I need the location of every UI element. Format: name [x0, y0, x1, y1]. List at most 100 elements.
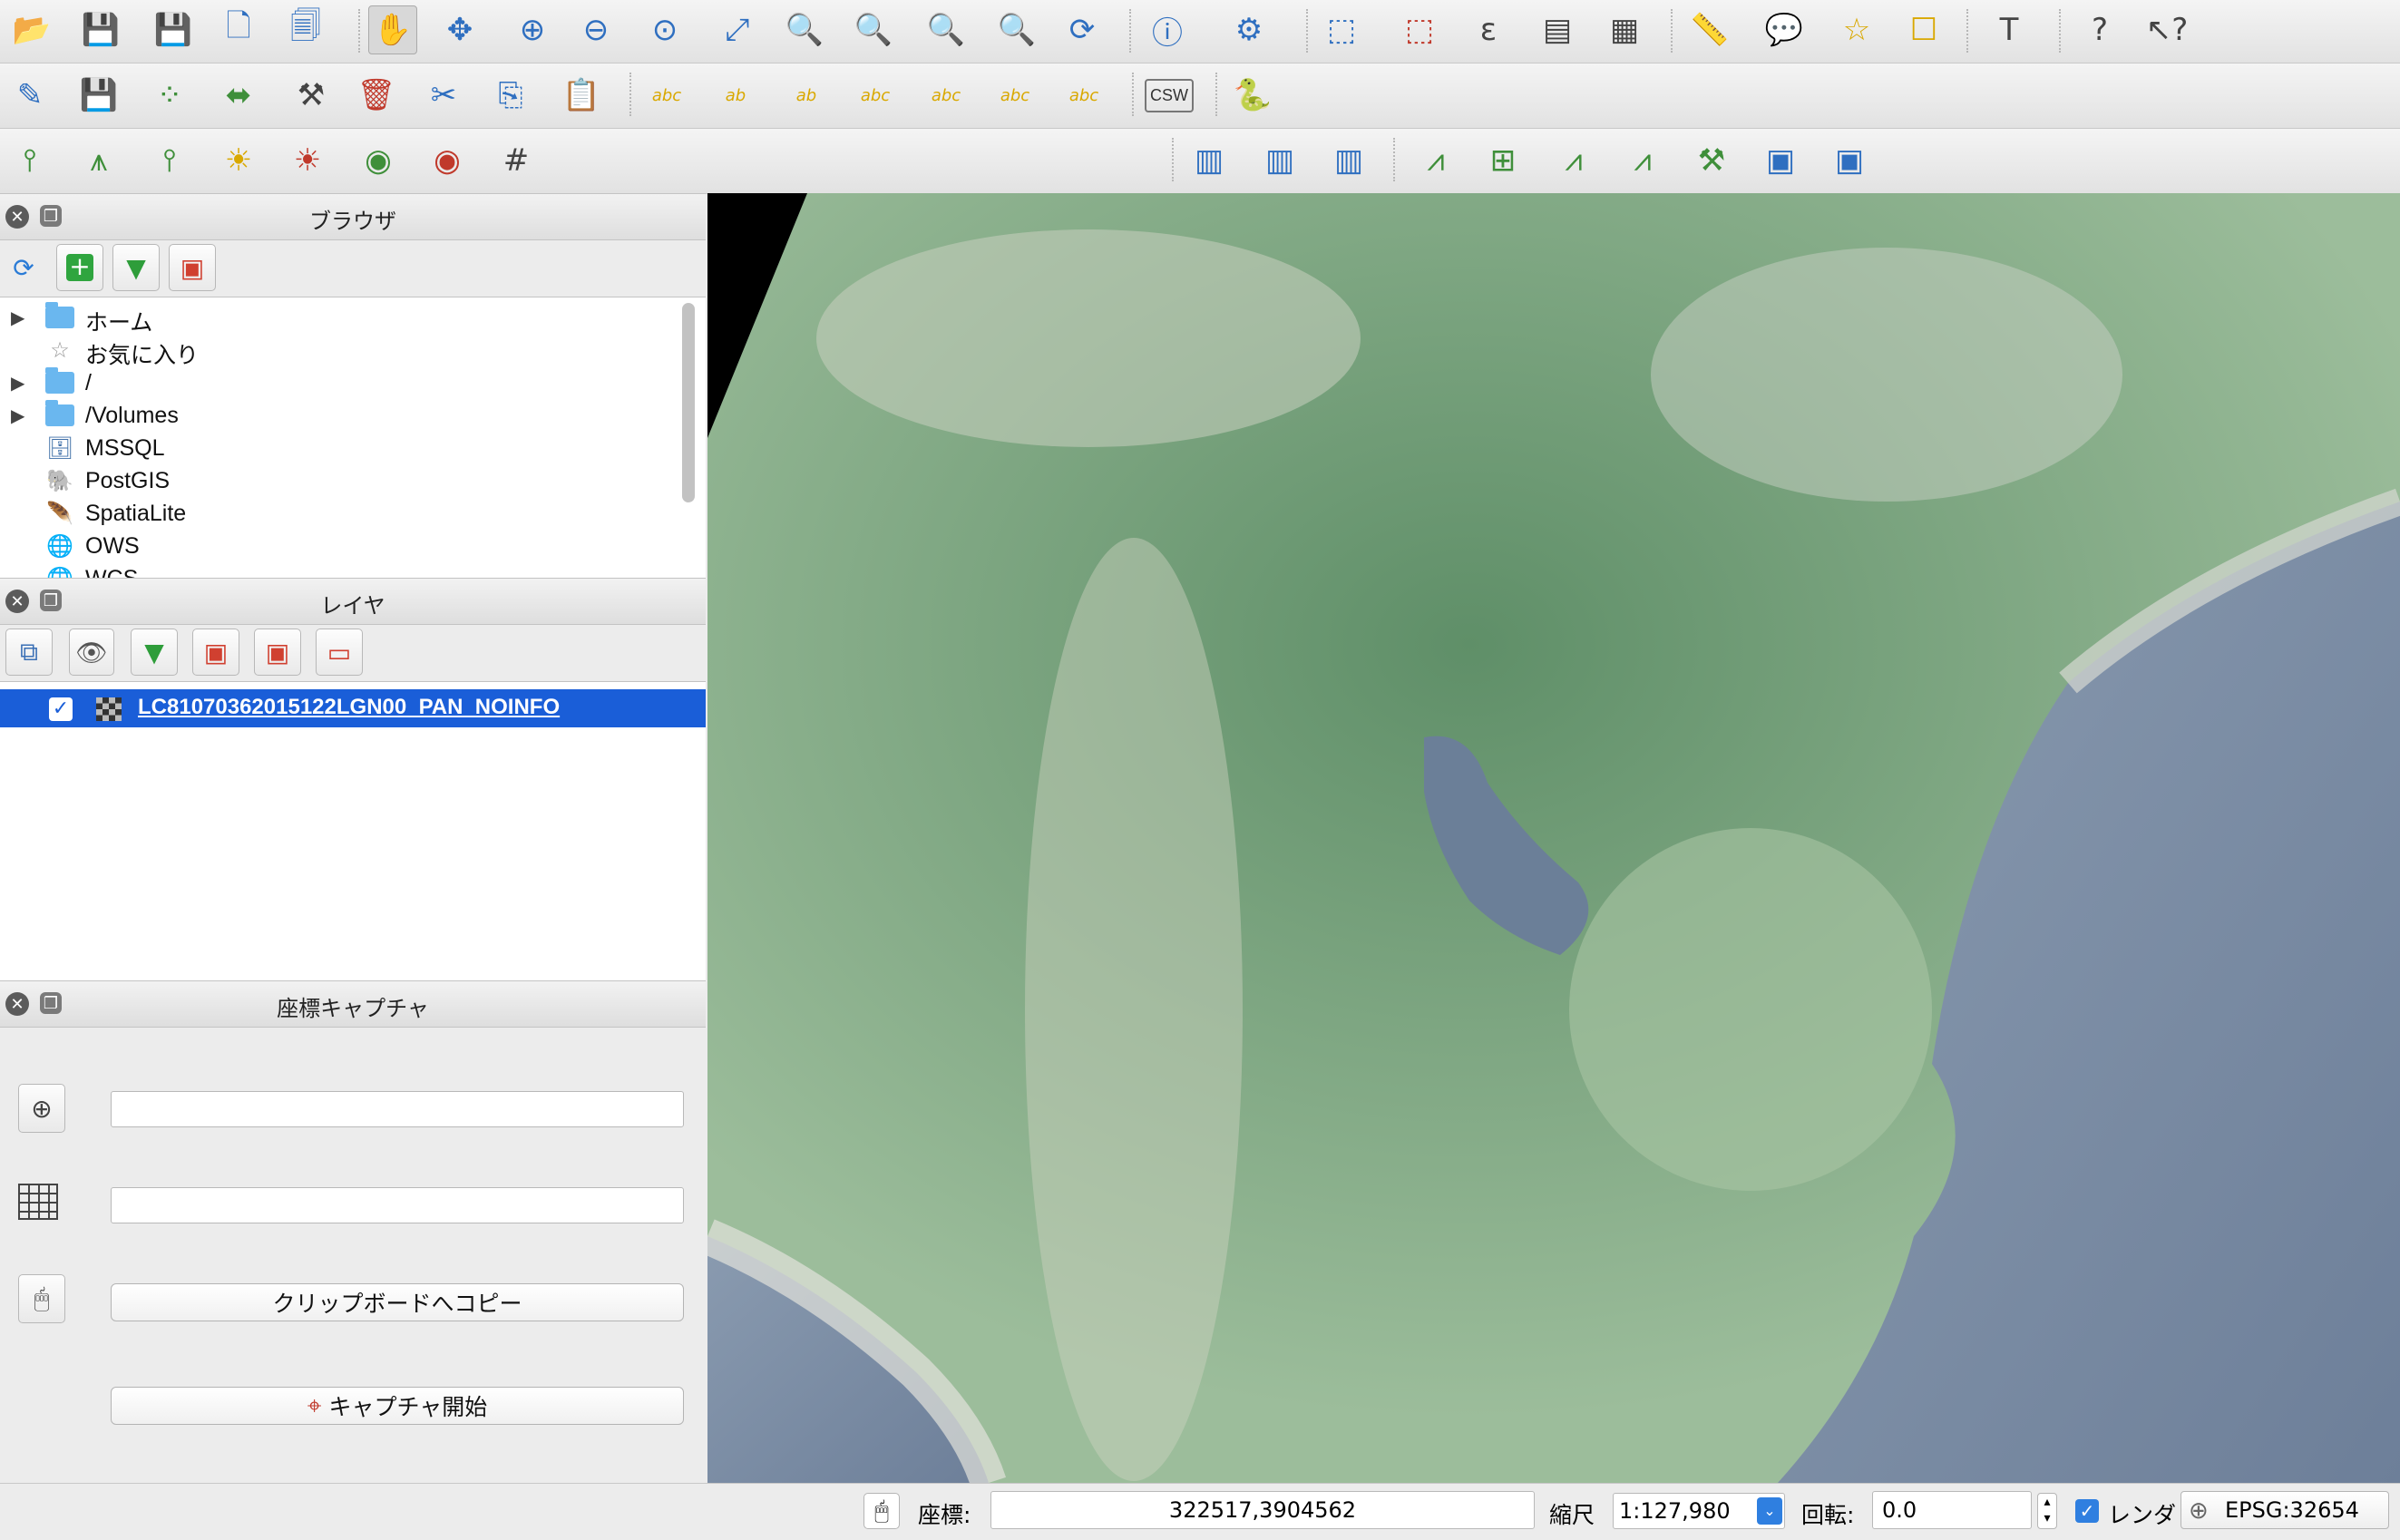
collapse-all-button[interactable]: ▣: [169, 244, 216, 291]
whats-this-icon[interactable]: ↖?: [2142, 5, 2191, 54]
zoom-out-icon[interactable]: ⊖: [571, 5, 620, 54]
browser-item[interactable]: 🌐 OWS: [0, 531, 680, 564]
render-checkbox[interactable]: ✓: [2075, 1499, 2099, 1523]
vector-add-icon[interactable]: ⊞: [1478, 136, 1527, 185]
coord-field[interactable]: 322517,3904562: [990, 1491, 1535, 1529]
field-calculator-icon[interactable]: ▦: [1600, 5, 1649, 54]
change-label-icon[interactable]: abc: [1059, 71, 1108, 120]
zoom-in-icon[interactable]: ⊕: [508, 5, 557, 54]
open-attribute-table-icon[interactable]: ▤: [1533, 5, 1582, 54]
vector-5-icon[interactable]: ⚒: [1687, 136, 1736, 185]
map-tips-icon[interactable]: 💬: [1760, 5, 1809, 54]
expand-arrow-icon[interactable]: ▶: [11, 404, 24, 427]
pan-to-selection-icon[interactable]: ✥: [435, 5, 484, 54]
text-annotation-icon[interactable]: T: [1985, 5, 2034, 54]
raster-1-icon[interactable]: ▥: [1185, 136, 1234, 185]
new-bookmark-icon[interactable]: ☆: [1832, 5, 1881, 54]
collapse-all-button[interactable]: ▣: [254, 629, 301, 676]
browser-scrollbar[interactable]: [682, 303, 695, 502]
scale-combobox[interactable]: 1:127,980 ⌄: [1613, 1493, 1785, 1529]
zoom-to-layer-icon[interactable]: 🔍: [849, 5, 898, 54]
zoom-full-icon[interactable]: ⤢: [713, 5, 762, 54]
browser-item[interactable]: 🗄 MSSQL: [0, 434, 680, 466]
refresh-button[interactable]: ⟳: [0, 244, 47, 291]
browser-item[interactable]: ▶ ホーム: [0, 302, 680, 336]
move-feature-icon[interactable]: ⬌: [214, 71, 263, 120]
copy-to-clipboard-button[interactable]: クリップボードへコピー: [111, 1283, 684, 1321]
browser-item[interactable]: ▶ /Volumes: [0, 400, 680, 434]
filter-button[interactable]: ▼: [112, 244, 160, 291]
browser-item[interactable]: ▶ /: [0, 367, 680, 401]
sun-add-icon[interactable]: ☀: [214, 136, 263, 185]
copy-features-icon[interactable]: ⎘: [486, 71, 535, 120]
browser-item[interactable]: 🌐 WCS: [0, 564, 680, 578]
advanced-digitize-1-icon[interactable]: ⫯: [5, 136, 54, 185]
node-tool-icon[interactable]: ⚒: [287, 71, 336, 120]
toggle-editing-icon[interactable]: ✎: [5, 71, 54, 120]
crs-status-button[interactable]: ⊕ EPSG:32654: [2180, 1491, 2389, 1529]
rotation-stepper[interactable]: ▴ ▾: [2037, 1493, 2057, 1529]
browser-item[interactable]: 🐘 PostGIS: [0, 466, 680, 499]
vector-3-icon[interactable]: ⩘: [1549, 136, 1598, 185]
expand-arrow-icon[interactable]: ▶: [11, 307, 24, 329]
crs-select-button[interactable]: ⊕: [18, 1084, 65, 1133]
manage-visibility-button[interactable]: 👁: [69, 629, 114, 676]
browser-item[interactable]: ☆ お気に入り: [0, 336, 680, 369]
help-icon[interactable]: ?: [2075, 5, 2124, 54]
select-features-icon[interactable]: ⬚: [1317, 5, 1366, 54]
map-canvas[interactable]: [707, 193, 2400, 1483]
start-capture-button[interactable]: ⌖ キャプチャ開始: [111, 1387, 684, 1425]
save-project-icon[interactable]: 💾: [76, 5, 125, 54]
vector-new-icon[interactable]: ⩘: [1411, 136, 1460, 185]
paste-features-icon[interactable]: 📋: [557, 71, 606, 120]
expand-all-button[interactable]: ▣: [192, 629, 239, 676]
composer-manager-icon[interactable]: 🗐: [281, 5, 330, 54]
gps-add-icon[interactable]: ◉: [354, 136, 403, 185]
delete-selected-icon[interactable]: 🗑: [352, 71, 401, 120]
grid-icon[interactable]: #: [492, 136, 541, 185]
gps-remove-icon[interactable]: ◉: [423, 136, 472, 185]
mouse-track-button[interactable]: 🖱: [18, 1274, 65, 1323]
zoom-to-selection-icon[interactable]: 🔍: [780, 5, 829, 54]
advanced-digitize-2-icon[interactable]: ⩚: [74, 136, 123, 185]
layer-row[interactable]: ✓ LC81070362015122LGN00_PAN_NOINFO: [0, 689, 706, 727]
highlight-pinned-icon[interactable]: ab: [782, 71, 831, 120]
messages-icon[interactable]: 🖱: [863, 1493, 900, 1529]
deselect-icon[interactable]: ⬚: [1395, 5, 1444, 54]
measure-icon[interactable]: 📏: [1685, 5, 1734, 54]
identify-icon[interactable]: ⓘ: [1143, 5, 1192, 54]
pin-labels-icon[interactable]: ab: [711, 71, 760, 120]
expand-arrow-icon[interactable]: ▶: [11, 372, 24, 395]
filter-legend-button[interactable]: ▼: [131, 629, 178, 676]
move-label-icon[interactable]: abc: [922, 71, 971, 120]
raster-2-icon[interactable]: ▥: [1255, 136, 1304, 185]
run-feature-action-icon[interactable]: ⚙: [1224, 5, 1273, 54]
zoom-native-icon[interactable]: ⊙: [640, 5, 689, 54]
select-by-expression-icon[interactable]: ε: [1464, 5, 1513, 54]
map-crs-coord-field[interactable]: [111, 1091, 684, 1127]
vector-6-icon[interactable]: ▣: [1756, 136, 1805, 185]
custom-crs-coord-field[interactable]: [111, 1187, 684, 1223]
cut-features-icon[interactable]: ✂: [419, 71, 468, 120]
zoom-last-icon[interactable]: 🔍: [922, 5, 971, 54]
remove-layer-button[interactable]: ▭: [316, 629, 363, 676]
pan-icon[interactable]: ✋: [368, 5, 417, 54]
rotation-field[interactable]: 0.0: [1872, 1491, 2032, 1529]
add-selected-layers-button[interactable]: +: [56, 244, 103, 291]
label-icon[interactable]: abc: [642, 71, 691, 120]
vector-4-icon[interactable]: ⩘: [1618, 136, 1667, 185]
refresh-icon[interactable]: ⟳: [1058, 5, 1107, 54]
raster-3-icon[interactable]: ▥: [1324, 136, 1373, 185]
open-project-icon[interactable]: 📂: [7, 5, 56, 54]
save-edits-icon[interactable]: 💾: [74, 71, 123, 120]
add-feature-icon[interactable]: ⁘: [145, 71, 194, 120]
rotate-label-icon[interactable]: abc: [990, 71, 1039, 120]
new-print-composer-icon[interactable]: 🗋: [214, 5, 263, 54]
show-hide-labels-icon[interactable]: abc: [851, 71, 900, 120]
advanced-digitize-3-icon[interactable]: ⫯: [145, 136, 194, 185]
vector-7-icon[interactable]: ▣: [1825, 136, 1874, 185]
sun-remove-icon[interactable]: ☀: [283, 136, 332, 185]
browser-item[interactable]: 🪶 SpatiaLite: [0, 499, 680, 531]
layer-styling-button[interactable]: ⧉: [5, 629, 53, 676]
metasearch-icon[interactable]: CSW: [1145, 71, 1194, 120]
